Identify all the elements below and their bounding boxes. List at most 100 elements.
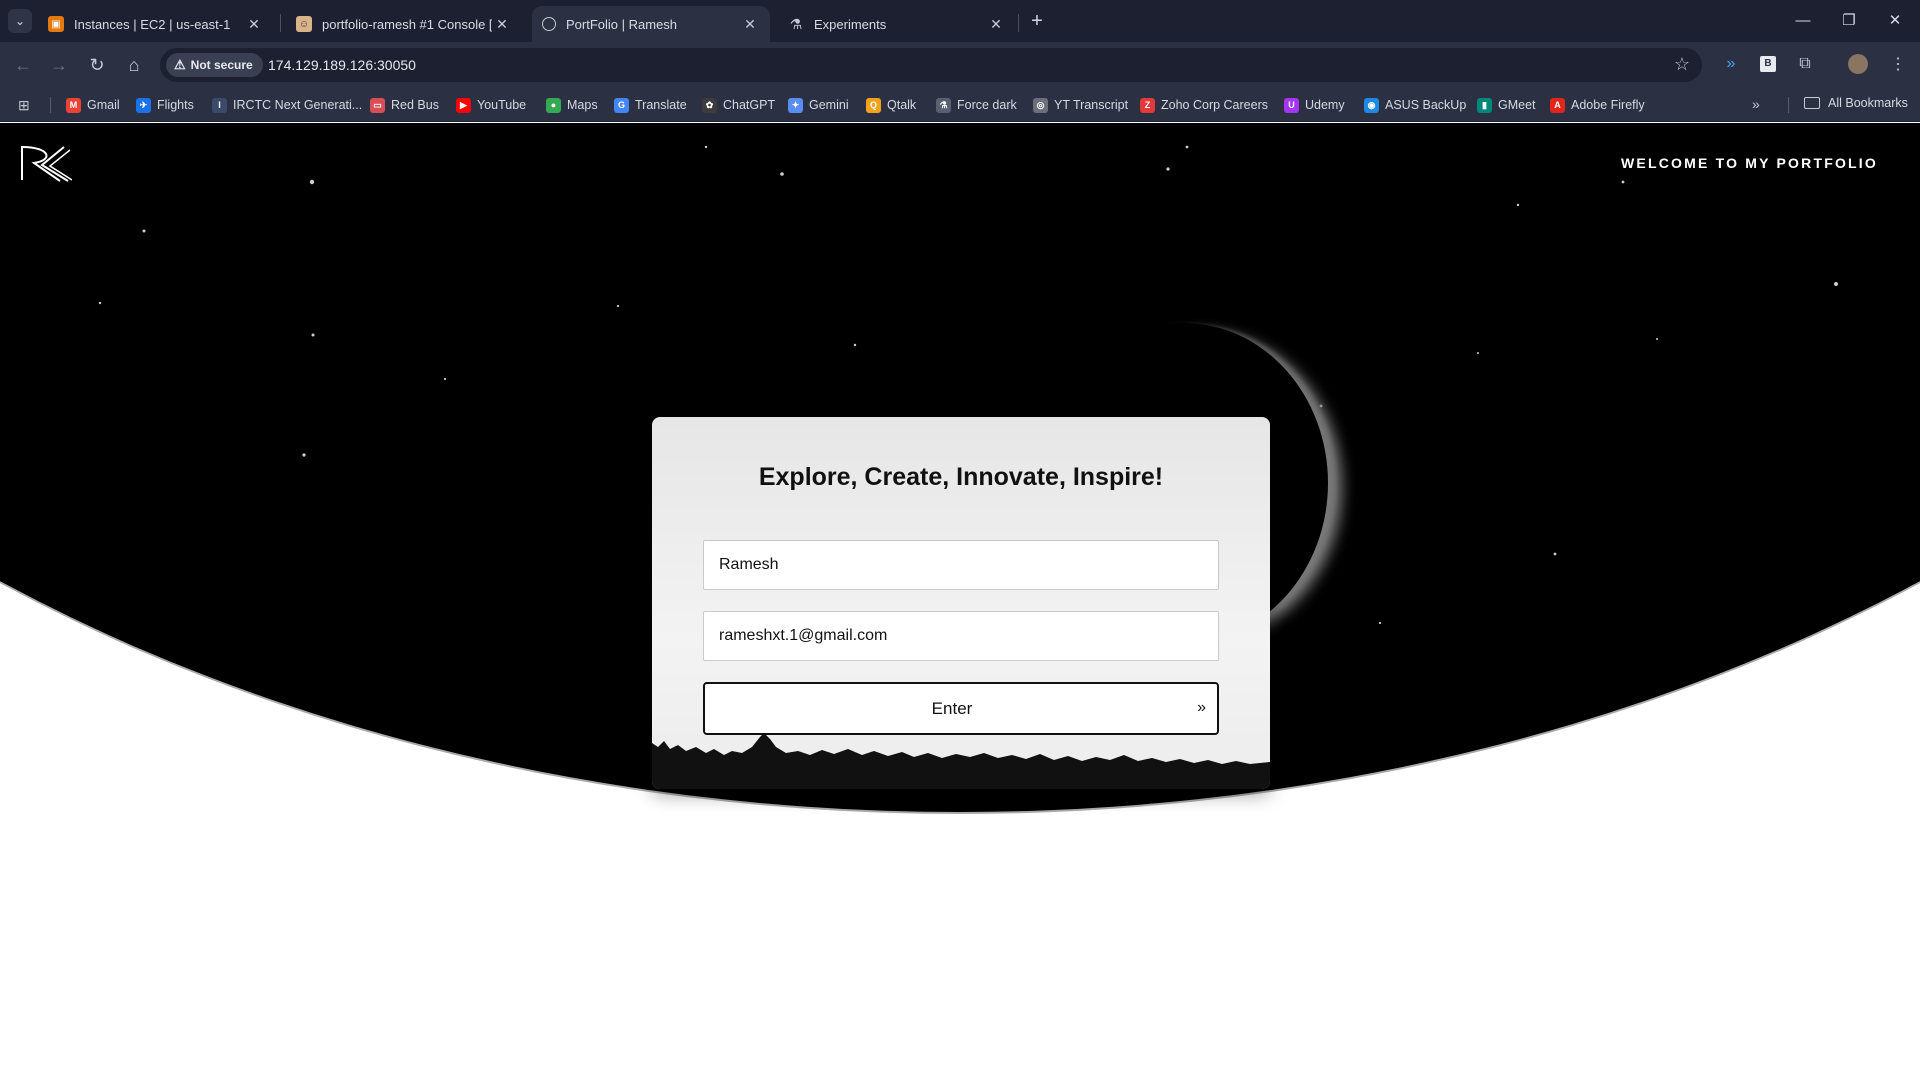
star-dot bbox=[1621, 180, 1625, 184]
bookmarks-divider bbox=[1788, 97, 1789, 113]
close-icon[interactable]: ✕ bbox=[244, 16, 264, 33]
tab-experiments[interactable]: ⚗ Experiments ✕ bbox=[778, 6, 1016, 42]
gemini-icon: ✦ bbox=[788, 97, 803, 113]
udemy-icon: U bbox=[1284, 97, 1299, 113]
flask-icon: ⚗ bbox=[789, 15, 803, 32]
tab-portfolio[interactable]: PortFolio | Ramesh ✕ bbox=[532, 6, 770, 42]
qtalk-icon: Q bbox=[866, 97, 881, 113]
profile-avatar[interactable] bbox=[1846, 52, 1870, 76]
close-icon[interactable]: ✕ bbox=[740, 16, 760, 33]
bookmark-label: Adobe Firefly bbox=[1571, 98, 1645, 112]
youtube-icon: ▶ bbox=[456, 97, 471, 113]
menu-kebab-icon[interactable]: ⋮ bbox=[1886, 52, 1910, 76]
forward-button[interactable]: → bbox=[45, 51, 73, 79]
bookmark-label: Translate bbox=[635, 98, 687, 112]
restore-button[interactable]: ❐ bbox=[1826, 8, 1872, 34]
bookmark-label: Gmail bbox=[87, 98, 120, 112]
extension-signal-icon[interactable]: » bbox=[1719, 52, 1743, 76]
more-bookmarks-icon[interactable]: » bbox=[1752, 96, 1760, 112]
extension-b-icon[interactable]: B bbox=[1756, 52, 1780, 76]
double-chevron-right-icon: » bbox=[1197, 699, 1206, 716]
address-bar[interactable]: ⚠ Not secure 174.129.189.126:30050 ☆ bbox=[160, 48, 1702, 82]
star-dot bbox=[1656, 338, 1658, 340]
minimize-button[interactable]: — bbox=[1780, 8, 1826, 34]
star-dot bbox=[704, 145, 708, 149]
close-window-button[interactable]: ✕ bbox=[1872, 8, 1918, 34]
star-dot bbox=[1834, 282, 1838, 286]
translate-icon: G bbox=[614, 97, 629, 113]
bookmarks-divider bbox=[50, 97, 51, 113]
back-button[interactable]: ← bbox=[9, 51, 37, 79]
tab-ec2-instances[interactable]: ▣ Instances | EC2 | us-east-1 ✕ bbox=[38, 6, 274, 42]
bookmark-star-icon[interactable]: ☆ bbox=[1674, 54, 1690, 75]
bookmark-label: YT Transcript bbox=[1054, 98, 1129, 112]
bookmark-label: Force dark bbox=[957, 98, 1017, 112]
bookmark-item[interactable]: ▭ Red Bus bbox=[370, 96, 439, 114]
bookmark-item[interactable]: U Udemy bbox=[1284, 96, 1345, 114]
bookmark-item[interactable]: ✿ ChatGPT bbox=[702, 96, 775, 114]
close-icon[interactable]: ✕ bbox=[986, 16, 1006, 33]
tab-title: portfolio-ramesh #1 Console [J bbox=[322, 16, 492, 32]
bookmark-item[interactable]: I IRCTC Next Generati... bbox=[212, 96, 362, 114]
forest-silhouette bbox=[652, 733, 1270, 789]
force-dark-icon: ⚗ bbox=[936, 97, 951, 113]
zoho-icon: Z bbox=[1140, 97, 1155, 113]
bookmark-label: Zoho Corp Careers bbox=[1161, 98, 1268, 112]
url-text[interactable]: 174.129.189.126:30050 bbox=[268, 57, 416, 73]
bookmark-item[interactable]: ✈ Flights bbox=[136, 96, 194, 114]
card-heading: Explore, Create, Innovate, Inspire! bbox=[758, 463, 1164, 491]
bookmark-item[interactable]: ✦ Gemini bbox=[788, 96, 849, 114]
reload-button[interactable]: ↻ bbox=[83, 51, 111, 79]
enter-button[interactable]: Enter » bbox=[703, 682, 1219, 735]
bookmark-label: Flights bbox=[157, 98, 194, 112]
close-icon[interactable]: ✕ bbox=[492, 16, 512, 33]
bookmark-item[interactable]: Z Zoho Corp Careers bbox=[1140, 96, 1268, 114]
rk-logo-icon[interactable] bbox=[20, 144, 72, 182]
gmail-icon: M bbox=[66, 97, 81, 113]
star-dot bbox=[1477, 352, 1479, 354]
new-tab-button[interactable]: + bbox=[1024, 8, 1050, 34]
portfolio-page: WELCOME TO MY PORTFOLIO Explore, Create,… bbox=[0, 123, 1920, 1080]
apps-grid-icon[interactable]: ⊞ bbox=[18, 97, 34, 113]
bookmark-item[interactable]: M Gmail bbox=[66, 96, 120, 114]
header-welcome-text: WELCOME TO MY PORTFOLIO bbox=[1621, 155, 1878, 171]
tab-divider bbox=[280, 14, 281, 32]
bookmarks-bar: ⊞ M Gmail ✈ Flights I IRCTC Next Generati... ▭… bbox=[0, 88, 1920, 122]
security-label: Not secure bbox=[190, 58, 253, 72]
bookmark-label: Gemini bbox=[809, 98, 849, 112]
bookmark-item[interactable]: ▮ GMeet bbox=[1477, 96, 1536, 114]
tab-jenkins-console[interactable]: ☺ portfolio-ramesh #1 Console [J ✕ bbox=[286, 6, 522, 42]
bookmark-item[interactable]: G Translate bbox=[614, 96, 687, 114]
extensions-puzzle-icon[interactable]: ⧉ bbox=[1793, 52, 1817, 76]
tab-divider bbox=[1018, 14, 1019, 32]
tab-bar: ⌄ ▣ Instances | EC2 | us-east-1 ✕ ☺ port… bbox=[0, 0, 1920, 42]
bookmark-item[interactable]: ▶ YouTube bbox=[456, 96, 526, 114]
maps-icon: ● bbox=[546, 97, 561, 113]
enter-button-label: Enter bbox=[931, 699, 973, 718]
security-chip[interactable]: ⚠ Not secure bbox=[166, 53, 263, 77]
yt-transcript-icon: ◎ bbox=[1033, 97, 1048, 113]
bookmark-label: IRCTC Next Generati... bbox=[233, 98, 363, 112]
bookmark-label: GMeet bbox=[1498, 98, 1536, 112]
all-bookmarks-button[interactable]: All Bookmarks bbox=[1804, 96, 1908, 110]
bookmark-item[interactable]: Q Qtalk bbox=[866, 96, 916, 114]
star-dot bbox=[309, 179, 315, 185]
bookmark-item[interactable]: ⚗ Force dark bbox=[936, 96, 1017, 114]
bookmark-item[interactable]: A Adobe Firefly bbox=[1550, 96, 1645, 114]
star-dot bbox=[1516, 203, 1520, 207]
tab-search-button[interactable]: ⌄ bbox=[8, 9, 32, 33]
gmeet-icon: ▮ bbox=[1477, 97, 1492, 113]
irctc-icon: I bbox=[212, 97, 227, 113]
home-button[interactable]: ⌂ bbox=[120, 51, 148, 79]
email-input[interactable] bbox=[703, 611, 1219, 661]
star-dot bbox=[311, 333, 315, 337]
tab-title: PortFolio | Ramesh bbox=[566, 16, 678, 32]
name-input[interactable] bbox=[703, 540, 1219, 590]
star-dot bbox=[1319, 404, 1323, 408]
star-dot bbox=[1166, 167, 1170, 171]
star-dot bbox=[853, 343, 857, 347]
tab-title: Experiments bbox=[814, 16, 887, 32]
bookmark-item[interactable]: ◎ YT Transcript bbox=[1033, 96, 1128, 114]
bookmark-item[interactable]: ◉ ASUS BackUp bbox=[1364, 96, 1466, 114]
bookmark-item[interactable]: ● Maps bbox=[546, 96, 598, 114]
